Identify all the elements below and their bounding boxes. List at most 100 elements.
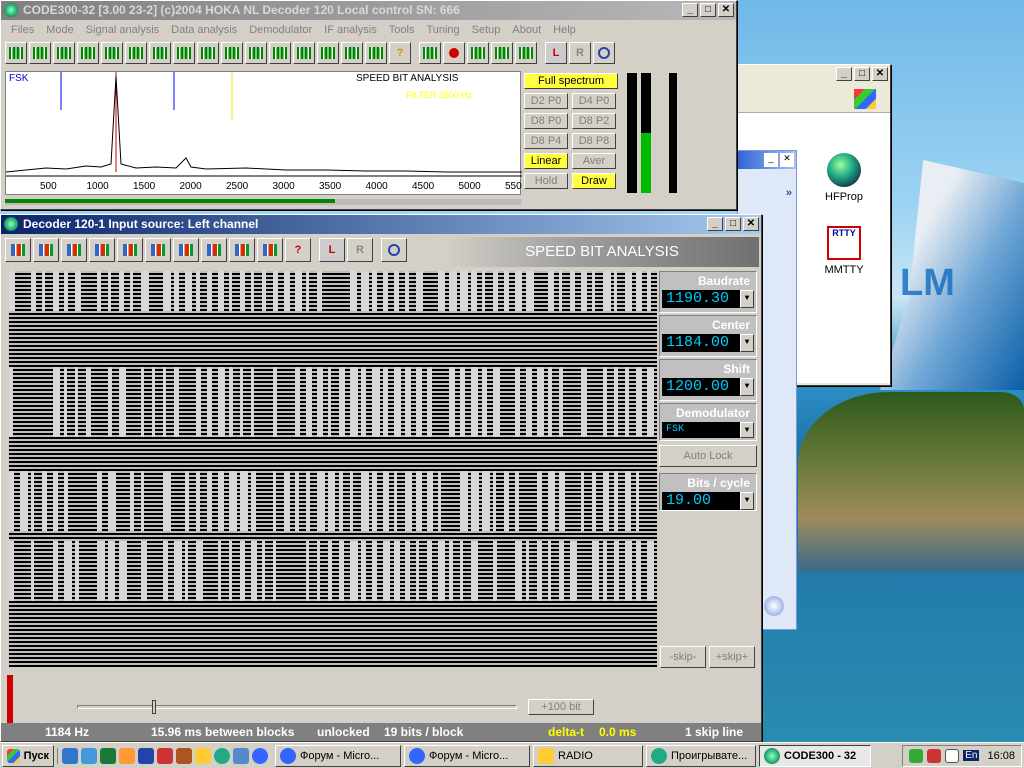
maximize-button[interactable]: □: [700, 3, 716, 17]
right-channel-icon[interactable]: R: [569, 42, 591, 64]
demodulator-select[interactable]: FSK ▼: [662, 422, 754, 438]
menu-item-help[interactable]: Help: [547, 20, 582, 40]
clock[interactable]: 16:08: [987, 750, 1015, 762]
center-field[interactable]: 1184.00 ▼: [662, 334, 754, 352]
chevron-down-icon[interactable]: ▼: [740, 378, 754, 396]
media-icon[interactable]: [764, 596, 784, 616]
baudrate-field[interactable]: 1190.30 ▼: [662, 290, 754, 308]
bits-field[interactable]: 19.00 ▼: [662, 492, 754, 510]
audio-icon[interactable]: [341, 42, 363, 64]
access-icon[interactable]: [176, 747, 192, 764]
chevron-down-icon[interactable]: ▼: [740, 334, 754, 352]
close-button[interactable]: ✕: [718, 3, 734, 17]
left-channel-icon[interactable]: L: [545, 42, 567, 64]
menu-item-data-analysis[interactable]: Data analysis: [165, 20, 243, 40]
minimize-button[interactable]: _: [707, 217, 723, 231]
network-tray-icon[interactable]: [909, 748, 924, 763]
task-player[interactable]: Проигрывате...: [646, 744, 756, 767]
menu-item-if-analysis[interactable]: IF analysis: [318, 20, 383, 40]
bits-icon[interactable]: [365, 42, 387, 64]
check-tray-icon[interactable]: [945, 748, 960, 763]
start-button[interactable]: Пуск: [2, 744, 54, 767]
chevron-down-icon[interactable]: ▼: [740, 492, 754, 510]
excel-icon[interactable]: [100, 747, 116, 764]
decoder-window[interactable]: Decoder 120-1 Input source: Left channel…: [0, 214, 762, 742]
menu-item-about[interactable]: About: [506, 20, 547, 40]
filter-icon[interactable]: [245, 42, 267, 64]
minimize-button[interactable]: _: [836, 67, 852, 81]
close-button[interactable]: ✕: [743, 217, 759, 231]
dollar-icon[interactable]: [61, 238, 87, 262]
word-icon[interactable]: [138, 747, 154, 764]
option-button-d8-p0[interactable]: D8 P0: [524, 113, 568, 129]
info-icon[interactable]: [381, 238, 407, 262]
phase-icon[interactable]: [173, 42, 195, 64]
option-button-d4-p0[interactable]: D4 P0: [572, 93, 616, 109]
refresh-icon[interactable]: [33, 238, 59, 262]
option-button-aver[interactable]: Aver: [572, 153, 616, 169]
shift-field[interactable]: 1200.00 ▼: [662, 378, 754, 396]
spectrum-icon[interactable]: [5, 42, 27, 64]
menu-item-setup[interactable]: Setup: [466, 20, 507, 40]
sonagram-icon[interactable]: [53, 42, 75, 64]
histogram-icon[interactable]: [125, 42, 147, 64]
signal-icon[interactable]: [5, 238, 31, 262]
close-button[interactable]: ✕: [780, 153, 794, 167]
grid-icon[interactable]: [149, 42, 171, 64]
minimize-button[interactable]: _: [764, 153, 778, 167]
code300-main-window[interactable]: CODE300-32 [3.00 23-2] (c)2004 HOKA NL D…: [0, 0, 737, 210]
main-window-titlebar[interactable]: CODE300-32 [3.00 23-2] (c)2004 HOKA NL D…: [1, 1, 736, 20]
scope-icon[interactable]: [221, 42, 243, 64]
chevron-down-icon[interactable]: ▼: [740, 422, 754, 438]
menu-item-tools[interactable]: Tools: [383, 20, 421, 40]
sync-icon[interactable]: [81, 747, 97, 764]
spectrum-scrollbar[interactable]: [5, 199, 521, 205]
folder-icon[interactable]: [195, 747, 211, 764]
task-forum-2[interactable]: Форум - Micro...: [404, 744, 530, 767]
menu-item-tuning[interactable]: Tuning: [420, 20, 465, 40]
option-button-draw[interactable]: Draw: [572, 173, 616, 189]
option-button-hold[interactable]: Hold: [524, 173, 568, 189]
cross-icon[interactable]: [201, 238, 227, 262]
spectrum-display[interactable]: FSK SPEED BIT ANALYSIS FILTER 3500 Hz 50…: [5, 71, 522, 195]
print-icon[interactable]: [117, 238, 143, 262]
decoder-window-titlebar[interactable]: Decoder 120-1 Input source: Left channel…: [1, 215, 761, 234]
pattern-icon[interactable]: [293, 42, 315, 64]
option-button-full-spectrum[interactable]: Full spectrum: [524, 73, 618, 89]
record-icon[interactable]: [443, 42, 465, 64]
mail-icon[interactable]: [119, 747, 135, 764]
desktop-icon[interactable]: [62, 747, 78, 764]
exit-icon[interactable]: [515, 42, 537, 64]
language-indicator[interactable]: En: [963, 750, 980, 761]
powerpoint-icon[interactable]: [157, 747, 173, 764]
option-button-d8-p8[interactable]: D8 P8: [572, 133, 616, 149]
minimize-button[interactable]: _: [682, 3, 698, 17]
menu-item-demodulator[interactable]: Demodulator: [243, 20, 318, 40]
info-icon[interactable]: [593, 42, 615, 64]
help-icon[interactable]: ?: [389, 42, 411, 64]
menu-item-files[interactable]: Files: [5, 20, 40, 40]
plus-100-bit-button[interactable]: +100 bit: [528, 699, 594, 715]
task-radio[interactable]: RADIO: [533, 744, 643, 767]
waterfall-icon[interactable]: [29, 42, 51, 64]
skip-minus-button[interactable]: -skip-: [660, 646, 706, 668]
save-icon[interactable]: [491, 42, 513, 64]
antivirus-tray-icon[interactable]: [927, 748, 942, 763]
fft-icon[interactable]: [197, 42, 219, 64]
save-icon[interactable]: [89, 238, 115, 262]
maximize-button[interactable]: □: [725, 217, 741, 231]
slider-thumb[interactable]: [152, 700, 156, 714]
bit-icon[interactable]: [269, 42, 291, 64]
option-button-d8-p4[interactable]: D8 P4: [524, 133, 568, 149]
chevron-down-icon[interactable]: ▼: [740, 290, 754, 308]
maximize-button[interactable]: □: [854, 67, 870, 81]
bit-analysis-display[interactable]: [9, 271, 657, 667]
chevron-icon[interactable]: »: [738, 187, 796, 199]
right-channel-icon[interactable]: R: [347, 238, 373, 262]
media-player-icon[interactable]: [214, 747, 230, 764]
tuning-icon[interactable]: [77, 42, 99, 64]
bars-icon[interactable]: [173, 238, 199, 262]
option-button-linear[interactable]: Linear: [524, 153, 568, 169]
desktop-icon-hfprop[interactable]: HFProp: [809, 153, 879, 203]
internet-explorer-icon[interactable]: [252, 747, 268, 764]
